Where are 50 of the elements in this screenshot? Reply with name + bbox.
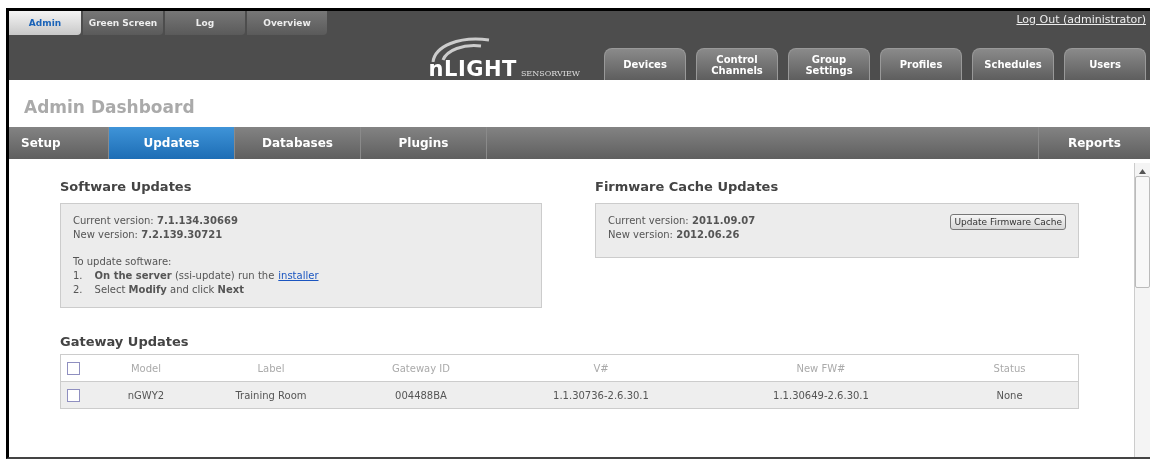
version-text: New version: 2012.06.26	[608, 228, 741, 242]
table-cell-text: Training Room	[234, 389, 308, 401]
section-title: Software Updates	[60, 179, 193, 196]
table-cell-text: nGWY2	[126, 389, 166, 401]
nav-tab[interactable]: Reports	[1038, 127, 1150, 159]
scroll-up-icon[interactable]	[1139, 169, 1146, 174]
nav-tab[interactable]: Plugins	[361, 127, 487, 159]
main-tab[interactable]: Group Settings	[788, 48, 870, 80]
version-text: New version: 7.2.139.30721	[73, 228, 224, 242]
table-cell-text: 004488BA	[394, 389, 448, 401]
step-text: Select Modify and click Next	[94, 283, 244, 297]
step-number: 2.	[73, 283, 83, 297]
table-cell-text: 1.1.30736-2.6.30.1	[552, 389, 650, 401]
main-tab[interactable]: Schedules	[972, 48, 1054, 80]
logout-link[interactable]: Log Out (administrator)	[1016, 11, 1150, 26]
top-tab[interactable]: Log	[165, 11, 245, 35]
nav-tab[interactable]: Updates	[109, 127, 235, 159]
table-row[interactable]: nGWY2 Training Room 004488BA 1.1.30736-2.6.30.1 1.1.30649-2.6.30.1 None	[61, 382, 1078, 408]
instructions-text: To update software:	[73, 255, 173, 269]
column-header: Gateway ID	[391, 362, 451, 374]
column-header: V#	[592, 362, 610, 374]
column-header: New FW#	[795, 362, 847, 374]
column-header: Model	[130, 362, 162, 374]
page-title: Admin Dashboard	[23, 96, 196, 113]
main-tab[interactable]: Profiles	[880, 48, 962, 80]
version-text: Current version: 2011.09.07	[608, 214, 756, 228]
column-header: Label	[256, 362, 286, 374]
step-number: 1.	[73, 269, 83, 283]
top-tab[interactable]: Admin	[9, 11, 81, 35]
installer-link[interactable]: installer	[278, 270, 319, 281]
section-title: Gateway Updates	[60, 334, 190, 351]
checkbox[interactable]	[67, 361, 80, 375]
scrollbar[interactable]	[1134, 163, 1150, 457]
nav-tab[interactable]: Databases	[235, 127, 361, 159]
logo-brand: nLIGHT	[428, 58, 517, 80]
logo-product: SENSORVIEW	[520, 68, 580, 80]
table-cell-text: 1.1.30649-2.6.30.1	[772, 389, 870, 401]
section-title: Firmware Cache Updates	[595, 179, 780, 196]
main-tab[interactable]: Control Channels	[696, 48, 778, 80]
top-tab[interactable]: Green Screen	[83, 11, 163, 35]
top-tab[interactable]: Overview	[247, 11, 327, 35]
column-header: Status	[992, 362, 1027, 374]
table-cell-text: None	[995, 389, 1024, 401]
update-firmware-button[interactable]: Update Firmware Cache	[950, 214, 1066, 230]
main-tab[interactable]: Devices	[604, 48, 686, 80]
scroll-thumb[interactable]	[1135, 176, 1150, 288]
version-text: Current version: 7.1.134.30669	[73, 214, 239, 228]
checkbox[interactable]	[67, 388, 80, 402]
step-text: On the server (ssi-update) run the installer	[94, 269, 319, 283]
main-tab[interactable]: Users	[1064, 48, 1146, 80]
